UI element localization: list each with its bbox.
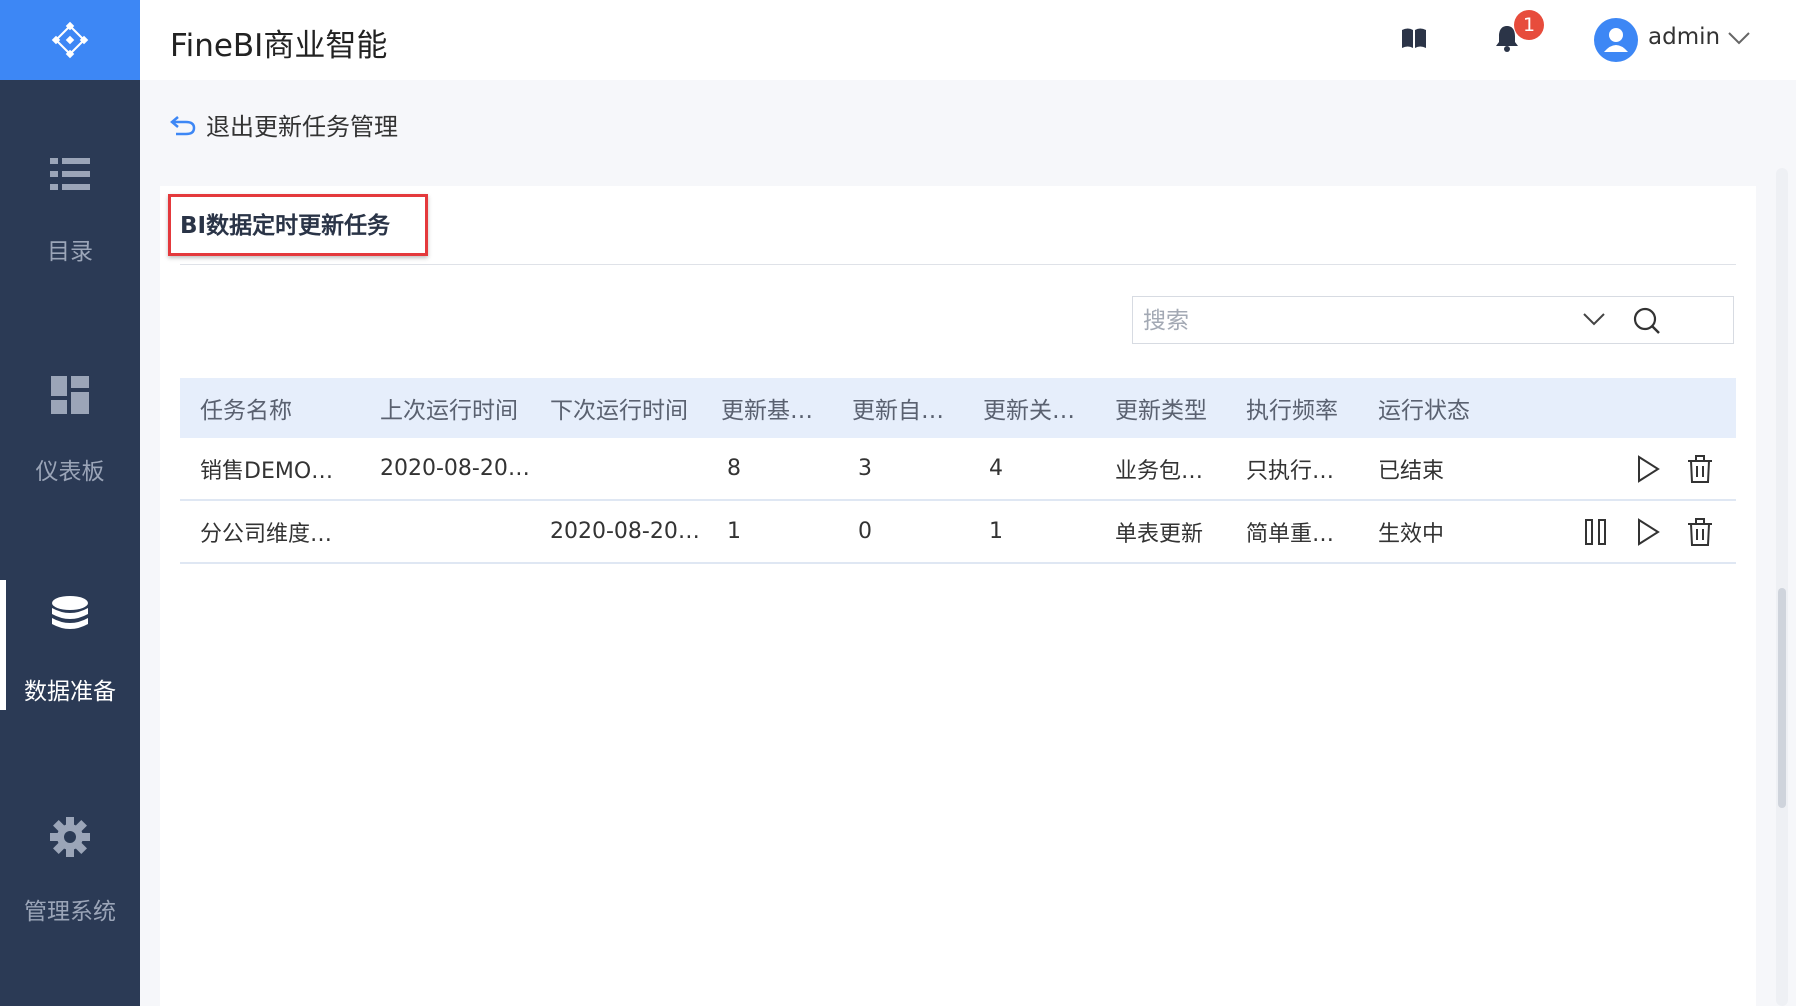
column-header[interactable]: 更新类型 xyxy=(1115,378,1235,438)
chevron-down-icon[interactable] xyxy=(1583,311,1605,330)
sidebar-item-data-prep[interactable]: 数据准备 xyxy=(0,580,140,710)
app-title: FineBI商业智能 xyxy=(170,28,388,64)
task-panel: BI数据定时更新任务 任务名称 上次运行时间 下次运行时间 更新基… 更新自… … xyxy=(160,186,1756,1006)
column-header[interactable]: 更新关… xyxy=(983,378,1103,438)
sidebar-item-label: 数据准备 xyxy=(24,679,116,705)
delete-button[interactable] xyxy=(1684,453,1716,485)
run-button[interactable] xyxy=(1632,516,1664,548)
back-arrow-icon xyxy=(170,115,196,135)
update-type-cell: 业务包… xyxy=(1115,458,1204,484)
sidebar-item-label: 仪表板 xyxy=(35,459,105,485)
last-run-cell xyxy=(380,501,530,562)
update-type-cell: 单表更新 xyxy=(1115,521,1204,547)
table-row[interactable]: 销售DEMO… 2020-08-20… 8 3 4 业务包… 只执行… 已结束 xyxy=(180,438,1736,501)
column-header[interactable]: 运行状态 xyxy=(1378,378,1498,438)
frequency-cell: 简单重… xyxy=(1246,521,1335,547)
sidebar-item-dashboard[interactable]: 仪表板 xyxy=(0,360,140,490)
scrollbar-thumb[interactable] xyxy=(1778,588,1786,808)
trash-icon xyxy=(1688,454,1712,483)
pause-icon xyxy=(1585,518,1606,545)
search-input[interactable] xyxy=(1141,303,1625,339)
frequency-cell: 只执行… xyxy=(1246,458,1335,484)
column-header[interactable]: 执行频率 xyxy=(1246,378,1366,438)
sidebar-item-admin[interactable]: 管理系统 xyxy=(0,800,140,930)
column-header[interactable]: 更新基… xyxy=(721,378,841,438)
gear-icon xyxy=(49,816,91,862)
sidebar-item-catalog[interactable]: 目录 xyxy=(0,140,140,270)
divider xyxy=(180,264,1736,265)
next-run-cell xyxy=(550,438,700,499)
run-button[interactable] xyxy=(1632,453,1664,485)
trash-icon xyxy=(1688,517,1712,546)
exit-task-management-link[interactable]: 退出更新任务管理 xyxy=(170,107,398,142)
update-self-cell: 3 xyxy=(858,456,872,481)
column-header[interactable]: 任务名称 xyxy=(200,378,360,438)
top-header: FineBI商业智能 xyxy=(140,0,1796,80)
sidebar-item-label: 管理系统 xyxy=(24,899,116,925)
user-icon xyxy=(1604,28,1628,52)
search-box xyxy=(1132,296,1734,344)
task-name-cell: 销售DEMO… xyxy=(200,458,334,484)
status-cell: 生效中 xyxy=(1378,521,1445,547)
sidebar: 目录 仪表板 数据准备 管理系统 xyxy=(0,0,140,1006)
update-base-cell: 1 xyxy=(727,519,741,544)
app-logo[interactable] xyxy=(0,0,140,80)
last-run-cell: 2020-08-20… xyxy=(380,456,530,481)
book-icon[interactable] xyxy=(1400,24,1428,56)
update-base-cell: 8 xyxy=(727,456,741,481)
pause-button[interactable] xyxy=(1580,516,1612,548)
username[interactable]: admin xyxy=(1648,24,1720,50)
chevron-down-icon[interactable] xyxy=(1728,30,1750,49)
row-actions xyxy=(1580,501,1716,562)
back-link-label: 退出更新任务管理 xyxy=(206,113,398,141)
column-header[interactable]: 上次运行时间 xyxy=(380,378,530,438)
avatar[interactable] xyxy=(1594,18,1638,62)
logo-icon xyxy=(51,21,89,59)
search-icon[interactable] xyxy=(1633,307,1661,339)
table-header: 任务名称 上次运行时间 下次运行时间 更新基… 更新自… 更新关… 更新类型 执… xyxy=(180,378,1736,438)
notification-badge: 1 xyxy=(1514,10,1544,40)
table-row[interactable]: 分公司维度… 2020-08-20… 1 0 1 单表更新 简单重… 生效中 xyxy=(180,501,1736,564)
play-icon xyxy=(1638,517,1660,546)
list-icon xyxy=(50,156,90,196)
sidebar-item-label: 目录 xyxy=(47,239,93,265)
play-icon xyxy=(1638,454,1660,483)
panel-title: BI数据定时更新任务 xyxy=(180,213,391,239)
vertical-scrollbar[interactable] xyxy=(1776,168,1788,1006)
database-icon xyxy=(51,596,89,640)
delete-button[interactable] xyxy=(1684,516,1716,548)
status-cell: 已结束 xyxy=(1378,458,1445,484)
row-actions xyxy=(1632,438,1716,499)
column-header[interactable]: 更新自… xyxy=(852,378,972,438)
column-header[interactable]: 下次运行时间 xyxy=(550,378,700,438)
task-table: 任务名称 上次运行时间 下次运行时间 更新基… 更新自… 更新关… 更新类型 执… xyxy=(180,378,1736,564)
task-name-cell: 分公司维度… xyxy=(200,521,333,547)
next-run-cell: 2020-08-20… xyxy=(550,519,700,544)
update-self-cell: 0 xyxy=(858,519,872,544)
update-relation-cell: 4 xyxy=(989,456,1003,481)
update-relation-cell: 1 xyxy=(989,519,1003,544)
dashboard-icon xyxy=(51,376,89,418)
